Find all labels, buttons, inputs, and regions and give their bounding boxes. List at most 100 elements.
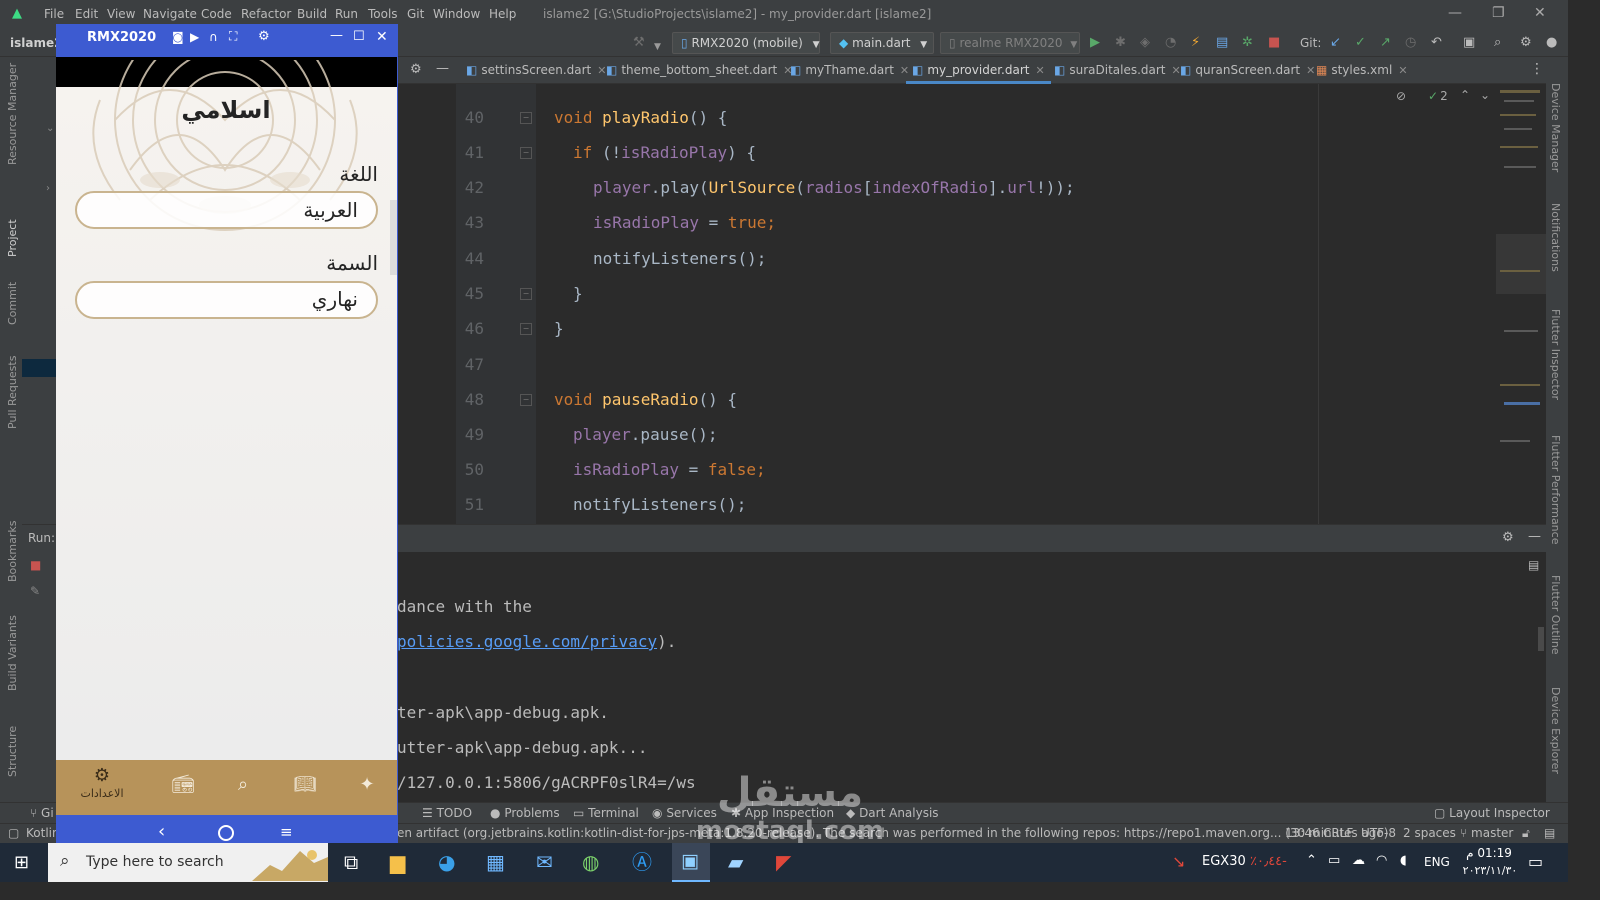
- status-kotlin[interactable]: Kotlin: [26, 826, 60, 840]
- settings-gear-icon[interactable]: ⚙: [258, 29, 270, 44]
- tool-build-variants[interactable]: Build Variants: [6, 615, 19, 691]
- recents-icon[interactable]: ≡: [280, 823, 293, 841]
- tab-styles-xml[interactable]: ▦ styles.xml ✕: [1316, 57, 1408, 84]
- apply-changes-icon[interactable]: ▤: [1216, 35, 1228, 51]
- photos-icon[interactable]: ◍: [582, 850, 599, 874]
- task-view-icon[interactable]: ⧉: [344, 850, 358, 874]
- sebha-icon[interactable]: ⌕: [228, 774, 258, 795]
- chevron-up-icon[interactable]: ⌃: [1306, 853, 1317, 868]
- attach-debugger-icon[interactable]: ✲: [1242, 35, 1253, 51]
- tab-my-thame[interactable]: ◧ myThame.dart ✕: [790, 57, 909, 84]
- history-icon[interactable]: ◷: [1405, 35, 1416, 51]
- tab-my-provider[interactable]: ◧ my_provider.dart ✕: [906, 57, 1051, 84]
- theme-selector[interactable]: نهاري: [75, 281, 378, 319]
- menu-navigate[interactable]: Navigate: [143, 7, 197, 21]
- chevron-up-icon[interactable]: ⌃: [1460, 88, 1470, 102]
- close-icon[interactable]: ✕: [1398, 64, 1407, 77]
- chevron-right-icon[interactable]: ›: [46, 183, 50, 194]
- tool-flutter-inspector[interactable]: Flutter Inspector: [1549, 309, 1562, 400]
- more-tabs-icon[interactable]: ⋮: [1530, 61, 1544, 77]
- language-selector[interactable]: العربية: [75, 191, 378, 229]
- volume-icon[interactable]: ◖: [1400, 853, 1407, 868]
- fold-marker-icon[interactable]: −: [520, 394, 532, 406]
- menu-file[interactable]: File: [44, 7, 64, 21]
- battery-icon[interactable]: ▭: [1328, 853, 1340, 868]
- stop-icon[interactable]: ■: [30, 558, 41, 572]
- tool-device-explorer[interactable]: Device Explorer: [1549, 687, 1562, 774]
- debug-icon[interactable]: ✱: [1115, 35, 1126, 51]
- menu-build[interactable]: Build: [297, 7, 327, 21]
- lock-icon[interactable]: 🔓︎: [1522, 826, 1530, 841]
- taskbar-search-box[interactable]: ⌕ Type here to search: [48, 843, 328, 882]
- stock-ticker[interactable]: EGX30: [1202, 854, 1246, 869]
- close-icon[interactable]: ✕: [376, 29, 388, 45]
- tool-notifications[interactable]: Notifications: [1549, 203, 1562, 272]
- menu-help[interactable]: Help: [489, 7, 516, 21]
- home-icon[interactable]: [218, 825, 234, 841]
- chevron-down-icon[interactable]: ▼: [654, 39, 661, 55]
- nav-settings[interactable]: ⚙ الاعدادات: [72, 766, 132, 802]
- status-line-separator[interactable]: CRLF: [1323, 826, 1353, 840]
- chevron-down-icon[interactable]: ⌄: [1480, 88, 1490, 102]
- restore-icon[interactable]: ❐: [1492, 5, 1505, 21]
- tool-device-manager[interactable]: Device Manager: [1549, 83, 1562, 172]
- minimap-viewport[interactable]: [1496, 234, 1546, 294]
- tool-resource-manager[interactable]: Resource Manager: [6, 63, 19, 165]
- notepad-icon[interactable]: ▰: [728, 850, 743, 874]
- minimize-icon[interactable]: —: [330, 28, 343, 43]
- minimize-panel-icon[interactable]: —: [1528, 529, 1541, 544]
- memory-icon[interactable]: ▤: [1544, 826, 1555, 840]
- device-mirror-icon[interactable]: ▣: [1463, 35, 1475, 51]
- settings-gear-icon[interactable]: ⚙: [1502, 530, 1514, 545]
- hammer-icon[interactable]: ⚒: [633, 35, 645, 51]
- tool-terminal[interactable]: ▭ Terminal: [573, 806, 639, 820]
- headphones-icon[interactable]: ∩: [209, 30, 218, 44]
- git-update-icon[interactable]: ↙: [1330, 35, 1341, 51]
- video-icon[interactable]: ▶: [190, 30, 199, 44]
- hot-reload-icon[interactable]: ⚡: [1191, 35, 1200, 51]
- menu-code[interactable]: Code: [201, 7, 232, 21]
- layout-icon[interactable]: ▤: [1528, 558, 1539, 572]
- code-minimap[interactable]: [1496, 84, 1546, 524]
- status-branch[interactable]: ⑂ master: [1460, 826, 1513, 840]
- git-commit-icon[interactable]: ✓: [1355, 35, 1366, 51]
- clock-date[interactable]: ٢٠٢٣/١١/٣٠: [1458, 864, 1522, 877]
- status-indent[interactable]: 2 spaces: [1403, 826, 1456, 840]
- status-position[interactable]: 13:46: [1285, 826, 1320, 840]
- tool-commit[interactable]: Commit: [6, 282, 19, 325]
- tab-settins-screen[interactable]: ◧ settinsScreen.dart ✕: [466, 57, 606, 84]
- search-icon[interactable]: ⌕: [1494, 35, 1501, 51]
- tool-project[interactable]: Project: [6, 219, 19, 257]
- close-window-icon[interactable]: ✕: [1534, 5, 1546, 21]
- tool-bookmarks[interactable]: Bookmarks: [6, 521, 19, 582]
- menu-git[interactable]: Git: [407, 7, 424, 21]
- settings-gear-icon[interactable]: ⚙: [410, 62, 422, 77]
- project-name[interactable]: islame2: [10, 36, 62, 50]
- clock-time[interactable]: 01:19 م: [1464, 846, 1514, 860]
- menu-run[interactable]: Run: [335, 7, 358, 21]
- fullscreen-icon[interactable]: ⛶: [229, 29, 237, 44]
- fold-marker-icon[interactable]: −: [520, 147, 532, 159]
- stop-icon[interactable]: ■: [1268, 35, 1280, 51]
- run-console[interactable]: ▤: [398, 552, 1546, 802]
- rollback-icon[interactable]: ↶: [1431, 35, 1442, 51]
- status-window-icon[interactable]: ▢: [8, 826, 19, 840]
- tool-todo[interactable]: ☰ TODO: [422, 806, 472, 820]
- file-explorer-icon[interactable]: ▆: [390, 850, 405, 874]
- close-icon[interactable]: ✕: [1035, 64, 1044, 77]
- chevron-down-icon[interactable]: ⌄: [46, 123, 54, 134]
- store-icon[interactable]: ▦: [486, 850, 505, 874]
- fold-marker-icon[interactable]: −: [520, 112, 532, 124]
- collapse-icon[interactable]: —: [436, 61, 449, 76]
- notifications-icon[interactable]: ▭: [1528, 852, 1543, 871]
- mail-icon[interactable]: ✉: [536, 850, 553, 874]
- account-icon[interactable]: ●: [1546, 35, 1557, 51]
- app-icon[interactable]: ◤: [776, 850, 791, 874]
- target-selector[interactable]: ▯ realme RMX2020 ▼: [940, 32, 1080, 54]
- phone-scroll-handle[interactable]: [390, 200, 397, 275]
- tool-layout-inspector[interactable]: ▢ Layout Inspector: [1434, 806, 1550, 820]
- tool-flutter-outline[interactable]: Flutter Outline: [1549, 575, 1562, 655]
- windows-start-icon[interactable]: ⊞: [14, 852, 29, 873]
- edge-icon[interactable]: ◕: [438, 850, 455, 874]
- tool-flutter-performance[interactable]: Flutter Performance: [1549, 435, 1562, 544]
